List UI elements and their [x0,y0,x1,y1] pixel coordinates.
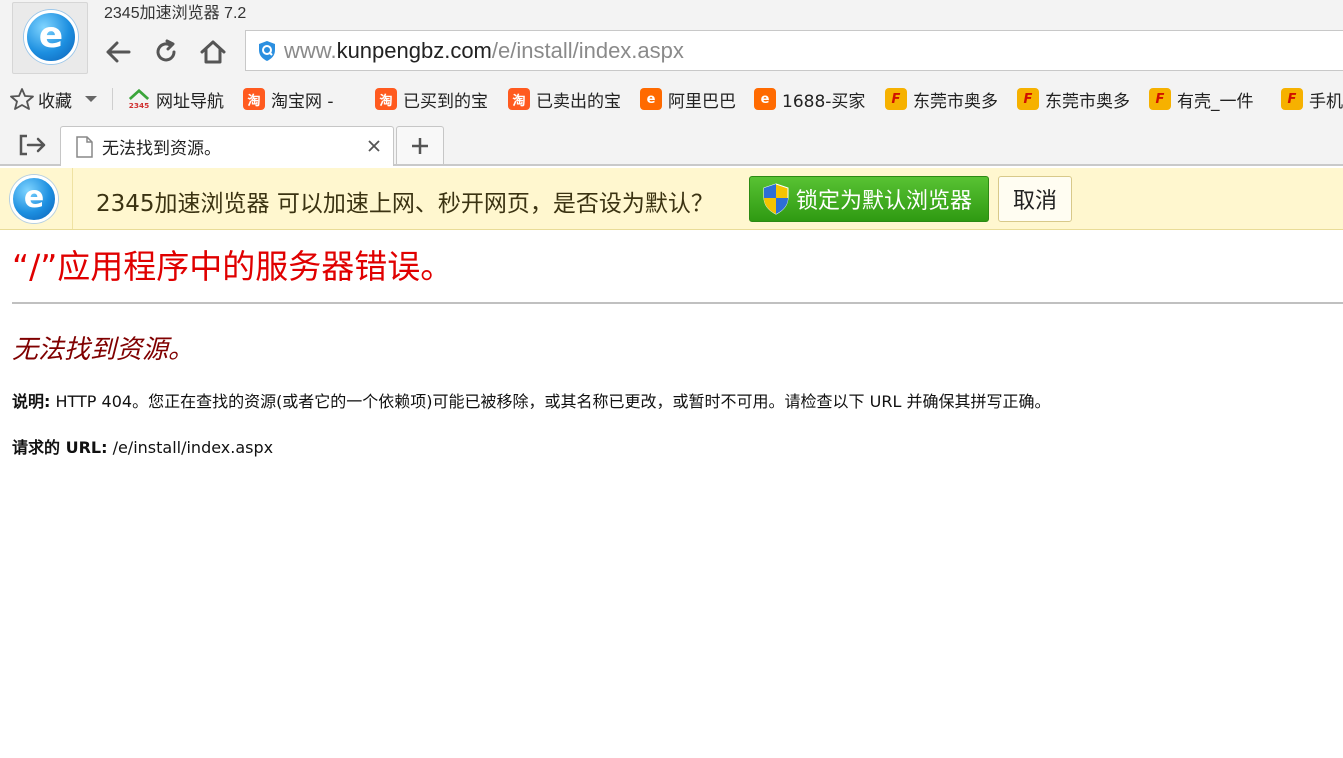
new-tab-button[interactable] [396,126,444,164]
bookmarks-divider [112,88,113,110]
reload-button[interactable] [150,36,182,68]
svg-text:2345: 2345 [129,101,149,110]
bookmark-item[interactable]: F 有壳_一件 [1149,86,1254,112]
bookmark-item[interactable]: F 东莞市奥多 [1017,86,1130,112]
bookmark-item[interactable]: 淘 已买到的宝 [375,86,488,112]
2345-nav-icon: 2345 [128,88,150,110]
requested-url-label: 请求的 URL: [12,438,108,457]
url-domain: kunpengbz.com [336,37,492,63]
back-button[interactable] [102,36,134,68]
tab-label: 无法找到资源。 [102,139,221,159]
bookmark-item[interactable]: F 东莞市奥多 [885,86,998,112]
favorites-menu[interactable]: 收藏 [10,86,98,112]
arrow-left-icon [106,41,131,63]
site-favicon-icon: F [1281,88,1303,110]
taobao-icon: 淘 [243,88,265,110]
notice-divider [72,168,73,229]
browser-logo-icon: e [24,10,78,64]
favorites-label: 收藏 [38,91,72,112]
bookmark-item[interactable]: 淘 已卖出的宝 [508,86,621,112]
tab-strip: 无法找到资源。 [0,118,1343,166]
sidebar-toggle-icon [19,134,46,156]
notice-message: 2345加速浏览器 可以加速上网、秒开网页，是否设为默认？ [96,191,714,217]
bookmark-item[interactable]: e 1688-买家 [754,86,865,112]
horizontal-rule [12,302,1343,304]
home-icon [200,40,226,64]
cancel-button[interactable]: 取消 [998,176,1072,222]
window-title: 2345加速浏览器 7.2 [104,5,247,22]
uac-shield-icon [763,183,789,215]
sidebar-toggle-button[interactable] [18,134,48,158]
close-icon[interactable] [365,137,383,155]
alibaba-icon: e [754,88,776,110]
home-button[interactable] [197,36,229,68]
error-description: 说明: HTTP 404。您正在查找的资源(或者它的一个依赖项)可能已被移除，或… [12,388,1050,412]
bookmarks-bar: 收藏 2345 网址导航 淘 淘宝网 - 淘 已买到的宝 淘 已卖出的宝 e 阿… [0,80,1343,118]
site-favicon-icon: F [885,88,907,110]
site-favicon-icon: F [1017,88,1039,110]
bookmark-item[interactable]: 2345 网址导航 [128,86,224,112]
requested-url-value: /e/install/index.aspx [107,438,274,457]
tab-active[interactable]: 无法找到资源。 [60,126,394,166]
browser-top-bar: e 2345加速浏览器 7.2 www.kunpengbz.com/e/inst… [0,0,1343,80]
security-shield-icon[interactable] [256,40,278,62]
bookmark-item[interactable]: 淘 淘宝网 - [243,86,334,112]
browser-logo[interactable]: e [12,2,88,74]
default-browser-notice: e 2345加速浏览器 可以加速上网、秒开网页，是否设为默认？ 锁定为默认浏览器… [0,168,1343,230]
address-bar[interactable]: www.kunpengbz.com/e/install/index.aspx [245,30,1343,71]
bookmark-item[interactable]: F 手机 [1281,86,1343,112]
requested-url: 请求的 URL: /e/install/index.aspx [12,434,273,458]
url-prefix: www. [284,37,337,63]
page-icon [76,135,93,158]
taobao-icon: 淘 [375,88,397,110]
browser-logo-icon: e [10,175,58,223]
error-title: “/”应用程序中的服务器错误。 [12,247,454,286]
set-default-browser-button[interactable]: 锁定为默认浏览器 [749,176,989,222]
alibaba-icon: e [640,88,662,110]
error-subtitle: 无法找到资源。 [12,335,195,365]
description-label: 说明: [12,392,51,411]
taobao-icon: 淘 [508,88,530,110]
star-icon [10,88,34,110]
description-text: HTTP 404。您正在查找的资源(或者它的一个依赖项)可能已被移除，或其名称已… [50,392,1051,411]
plus-icon [412,137,428,154]
reload-icon [156,39,176,62]
url-path: /e/install/index.aspx [491,37,684,63]
bookmark-item[interactable]: e 阿里巴巴 [640,86,736,112]
chevron-down-icon [85,96,97,102]
url-text[interactable]: www.kunpengbz.com/e/install/index.aspx [284,38,684,64]
site-favicon-icon: F [1149,88,1171,110]
